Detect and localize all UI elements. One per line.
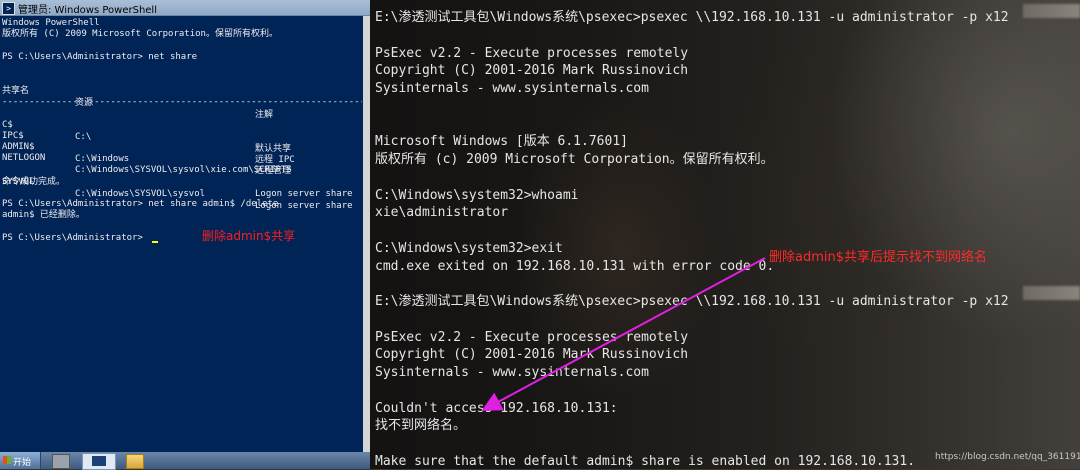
server-manager-icon[interactable] [52, 454, 70, 469]
vertical-scrollbar[interactable] [363, 16, 370, 452]
cmd-line: E:\渗透测试工具包\Windows系统\psexec>psexec \\192… [375, 294, 1009, 309]
annotation-delete-share: 删除admin$共享 [202, 229, 296, 243]
redacted-password [1023, 286, 1080, 300]
cmd-line: cmd.exe exited on 192.168.10.131 with er… [375, 258, 775, 274]
cmd-line: C:\Windows\system32>whoami [375, 187, 579, 203]
text-cursor [152, 241, 158, 243]
cmd-line: xie\administrator [375, 205, 509, 221]
cmd-console[interactable]: E:\渗透测试工具包\Windows系统\psexec>psexec \\192… [370, 0, 1080, 469]
console-line: PS C:\Users\Administrator> net share [2, 52, 198, 62]
table-row: SYSVOL C:\Windows\SYSVOL\sysvol Logon se… [2, 177, 353, 211]
share-table-header: 共享名 资源 注解 [2, 73, 362, 120]
cmd-line: Couldn't access 192.168.10.131: [375, 400, 618, 416]
console-line: 版权所有 (C) 2009 Microsoft Corporation。保留所有… [2, 29, 278, 39]
powershell-icon: > [2, 2, 15, 15]
cmd-line: PsExec v2.2 - Execute processes remotely [375, 45, 689, 61]
cmd-line: Sysinternals - www.sysinternals.com [375, 365, 649, 380]
cmd-line: E:\渗透测试工具包\Windows系统\psexec>psexec \\192… [375, 10, 1009, 25]
taskbar: 开始 [0, 452, 370, 470]
window-title: 管理员: Windows PowerShell [18, 5, 157, 16]
cmd-line: Copyright (C) 2001-2016 Mark Russinovich [375, 63, 689, 79]
cmd-line: PsExec v2.2 - Execute processes remotely [375, 329, 689, 345]
table-row: Logon server share [255, 189, 353, 199]
cmd-line: Sysinternals - www.sysinternals.com [375, 81, 649, 96]
start-label: 开始 [13, 458, 32, 468]
powershell-console[interactable]: Windows PowerShell 版权所有 (C) 2009 Microso… [0, 16, 363, 452]
cmd-line: 找不到网络名。 [375, 418, 467, 434]
powershell-window[interactable]: > 管理员: Windows PowerShell Windows PowerS… [0, 0, 370, 452]
start-button[interactable]: 开始 [0, 452, 41, 469]
folder-icon[interactable] [126, 454, 144, 469]
console-line: 命令成功完成。 [2, 177, 66, 187]
console-line: admin$ 已经删除。 [2, 210, 85, 220]
annotation-network-name-not-found: 删除admin$共享后提示找不到网络名 [769, 250, 988, 265]
console-prompt: PS C:\Users\Administrator> [2, 233, 149, 243]
cmd-line: C:\Windows\system32>exit [375, 240, 563, 256]
redacted-password [1023, 4, 1080, 18]
cmd-line: Copyright (C) 2001-2016 Mark Russinovich [375, 347, 689, 363]
windows-logo-icon [3, 456, 11, 464]
powershell-title-bar[interactable]: > 管理员: Windows PowerShell [0, 0, 370, 16]
powershell-taskbar-icon[interactable] [82, 453, 116, 470]
cmd-line: Microsoft Windows [版本 6.1.7601] [375, 134, 628, 150]
cmd-line: 版权所有 (c) 2009 Microsoft Corporation。保留所有… [375, 152, 774, 167]
watermark: https://blog.csdn.net/qq_36119192 [935, 452, 1080, 462]
cmd-line: Make sure that the default admin$ share … [375, 453, 916, 469]
table-row: NETLOGON C:\Windows\SYSVOL\sysvol\xie.co… [2, 153, 292, 175]
